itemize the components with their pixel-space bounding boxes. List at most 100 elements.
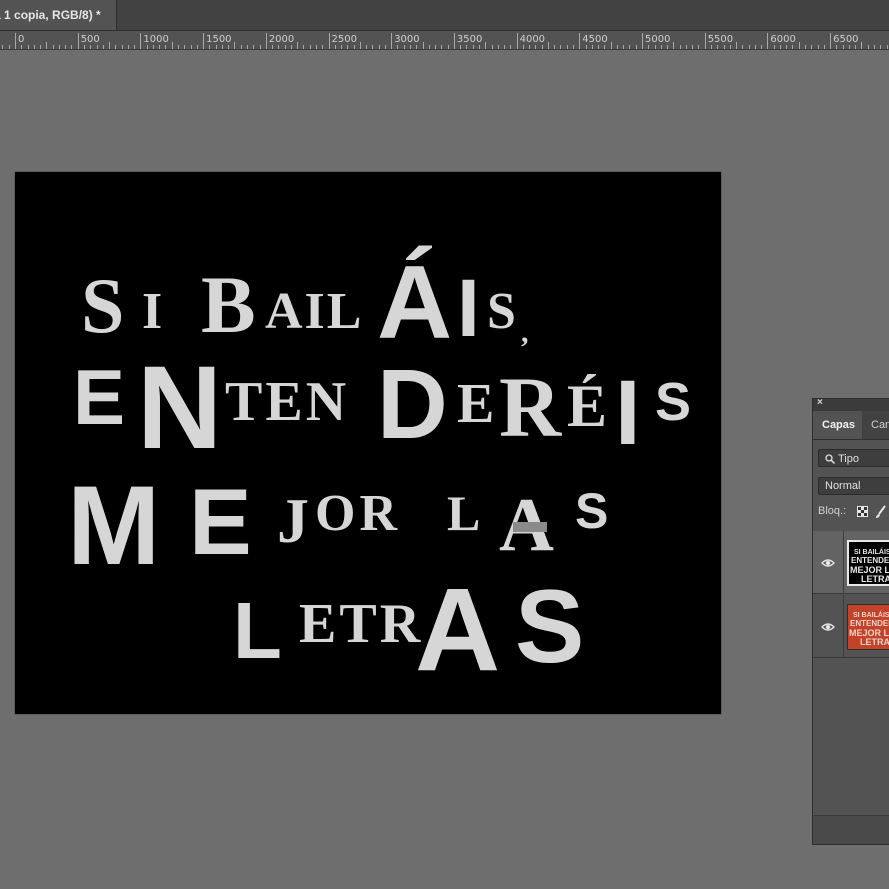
eye-icon — [821, 623, 835, 631]
layer-row[interactable]: SI BAILÁIS ENTENDERÉ MEJOR LA LETRAS — [813, 595, 889, 658]
ruler-label: 1500 — [206, 34, 232, 45]
ruler-minor-tick — [560, 45, 562, 49]
ruler-minor-tick — [234, 42, 236, 49]
ruler-minor-tick — [761, 45, 763, 49]
ruler-minor-tick — [817, 45, 819, 49]
ruler-minor-tick — [786, 45, 788, 49]
ruler-minor-tick — [779, 45, 781, 49]
ruler-minor-tick — [27, 45, 29, 49]
eye-icon — [821, 559, 835, 567]
ruler-minor-tick — [566, 45, 568, 49]
ruler-minor-tick — [58, 45, 60, 49]
ruler-minor-tick — [554, 45, 556, 49]
ruler-minor-tick — [240, 45, 242, 49]
ruler-minor-tick — [372, 45, 374, 49]
ruler-minor-tick — [278, 45, 280, 49]
ruler-minor-tick — [635, 45, 637, 49]
layer-filter-select[interactable]: Tipo — [818, 449, 889, 467]
ruler-label: 3500 — [456, 34, 483, 45]
layer-visibility-toggle[interactable] — [813, 595, 844, 657]
ruler-minor-tick — [466, 45, 468, 49]
ruler-minor-tick — [359, 42, 361, 49]
blend-mode-select[interactable]: Normal — [818, 477, 889, 495]
ruler-minor-tick — [178, 45, 180, 49]
ruler-minor-tick — [861, 42, 863, 49]
ruler-minor-tick — [33, 45, 35, 49]
ruler-minor-tick — [303, 45, 305, 49]
artwork-line-2: E N TEN D E R É I S — [73, 342, 691, 474]
ruler-minor-tick — [460, 45, 462, 49]
panel-tab-strip: Capas Can — [813, 411, 889, 440]
ruler-minor-tick — [209, 45, 211, 49]
ruler-minor-tick — [591, 45, 593, 49]
tab-canales[interactable]: Can — [871, 411, 889, 439]
ruler-minor-tick — [2, 45, 4, 49]
ruler-label: 5500 — [707, 34, 734, 45]
ruler-major-tick — [140, 33, 142, 49]
ruler-label: 3000 — [394, 34, 420, 45]
tab-capas[interactable]: Capas — [813, 411, 862, 439]
document-tab[interactable]: a 1 copia, RGB/8) * — [0, 0, 117, 30]
ruler-minor-tick — [40, 45, 42, 49]
artwork-line-4: L ETR A S — [233, 564, 584, 696]
thumb-line-2: ENTENDERÉ — [850, 619, 889, 628]
brush-icon[interactable] — [875, 505, 887, 519]
lock-label: Bloq.: — [818, 505, 847, 517]
layer-row[interactable]: SI BAILÁIS ENTENDERÉ MEJOR LA LETRAS — [813, 531, 889, 594]
layer-visibility-toggle[interactable] — [813, 531, 844, 593]
ruler-minor-tick — [347, 45, 349, 49]
ruler-minor-tick — [447, 45, 449, 49]
ruler-major-tick — [265, 33, 267, 49]
ruler-minor-tick — [472, 45, 474, 49]
ruler-minor-tick — [171, 42, 173, 49]
ruler-minor-tick — [660, 45, 662, 49]
ruler-minor-tick — [823, 45, 825, 49]
ruler-minor-tick — [729, 45, 731, 49]
ruler-minor-tick — [290, 45, 292, 49]
ruler-major-tick — [328, 33, 330, 49]
ruler-minor-tick — [880, 45, 882, 49]
ruler-minor-tick — [692, 45, 694, 49]
ruler-minor-tick — [215, 45, 217, 49]
ruler-minor-tick — [629, 45, 631, 49]
ruler-label: 0 — [18, 34, 25, 45]
ruler-minor-tick — [873, 45, 875, 49]
panel-footer — [813, 815, 889, 844]
ruler-minor-tick — [478, 45, 480, 49]
ruler-minor-tick — [685, 45, 687, 49]
ruler-minor-tick — [736, 42, 738, 49]
ruler-label: 5000 — [645, 34, 671, 45]
ruler-minor-tick — [648, 45, 650, 49]
layer-thumbnail[interactable]: SI BAILÁIS ENTENDERÉ MEJOR LA LETRAS — [847, 604, 889, 650]
ruler-minor-tick — [115, 45, 117, 49]
ruler-minor-tick — [410, 45, 411, 49]
ruler-minor-tick — [673, 42, 675, 49]
ruler-minor-tick — [541, 45, 543, 49]
ruler-minor-tick — [610, 42, 612, 49]
layers-panel: × Capas Can Tipo Normal Bloq.: SI BAILÁI… — [812, 397, 889, 845]
document-tab-title: a 1 copia, RGB/8) * — [0, 8, 101, 22]
ruler-minor-tick — [416, 45, 418, 49]
checkerboard-icon[interactable] — [857, 506, 868, 517]
ruler-label: 6000 — [770, 34, 796, 45]
close-icon[interactable]: × — [817, 397, 823, 408]
ruler-minor-tick — [334, 45, 336, 49]
ruler-minor-tick — [585, 45, 587, 49]
layer-thumbnail-artwork: SI BAILÁIS ENTENDERÉ MEJOR LA LETRAS — [849, 610, 889, 647]
lock-row: Bloq.: — [818, 505, 886, 521]
ruler-label: 4500 — [582, 34, 608, 45]
thumb-line-2: ENTENDERÉ — [851, 556, 889, 565]
horizontal-ruler[interactable]: 0 500 1000 1500 2000 2500 3000 3500 4000 4500 5000… — [0, 31, 889, 50]
ruler-minor-tick — [83, 45, 85, 49]
layer-thumbnail[interactable]: SI BAILÁIS ENTENDERÉ MEJOR LA LETRAS — [847, 540, 889, 586]
panel-header[interactable]: × — [813, 397, 889, 411]
ruler-minor-tick — [253, 45, 255, 49]
ruler-minor-tick — [315, 45, 317, 49]
document-canvas[interactable]: S I B AIL Á I S , E N TEN D E R É I S M … — [15, 172, 721, 714]
blend-mode-value: Normal — [825, 480, 861, 492]
ruler-minor-tick — [710, 45, 712, 49]
ruler-minor-tick — [754, 45, 756, 49]
ruler-major-tick — [704, 33, 706, 49]
search-icon — [825, 454, 835, 464]
ruler-minor-tick — [403, 45, 405, 49]
